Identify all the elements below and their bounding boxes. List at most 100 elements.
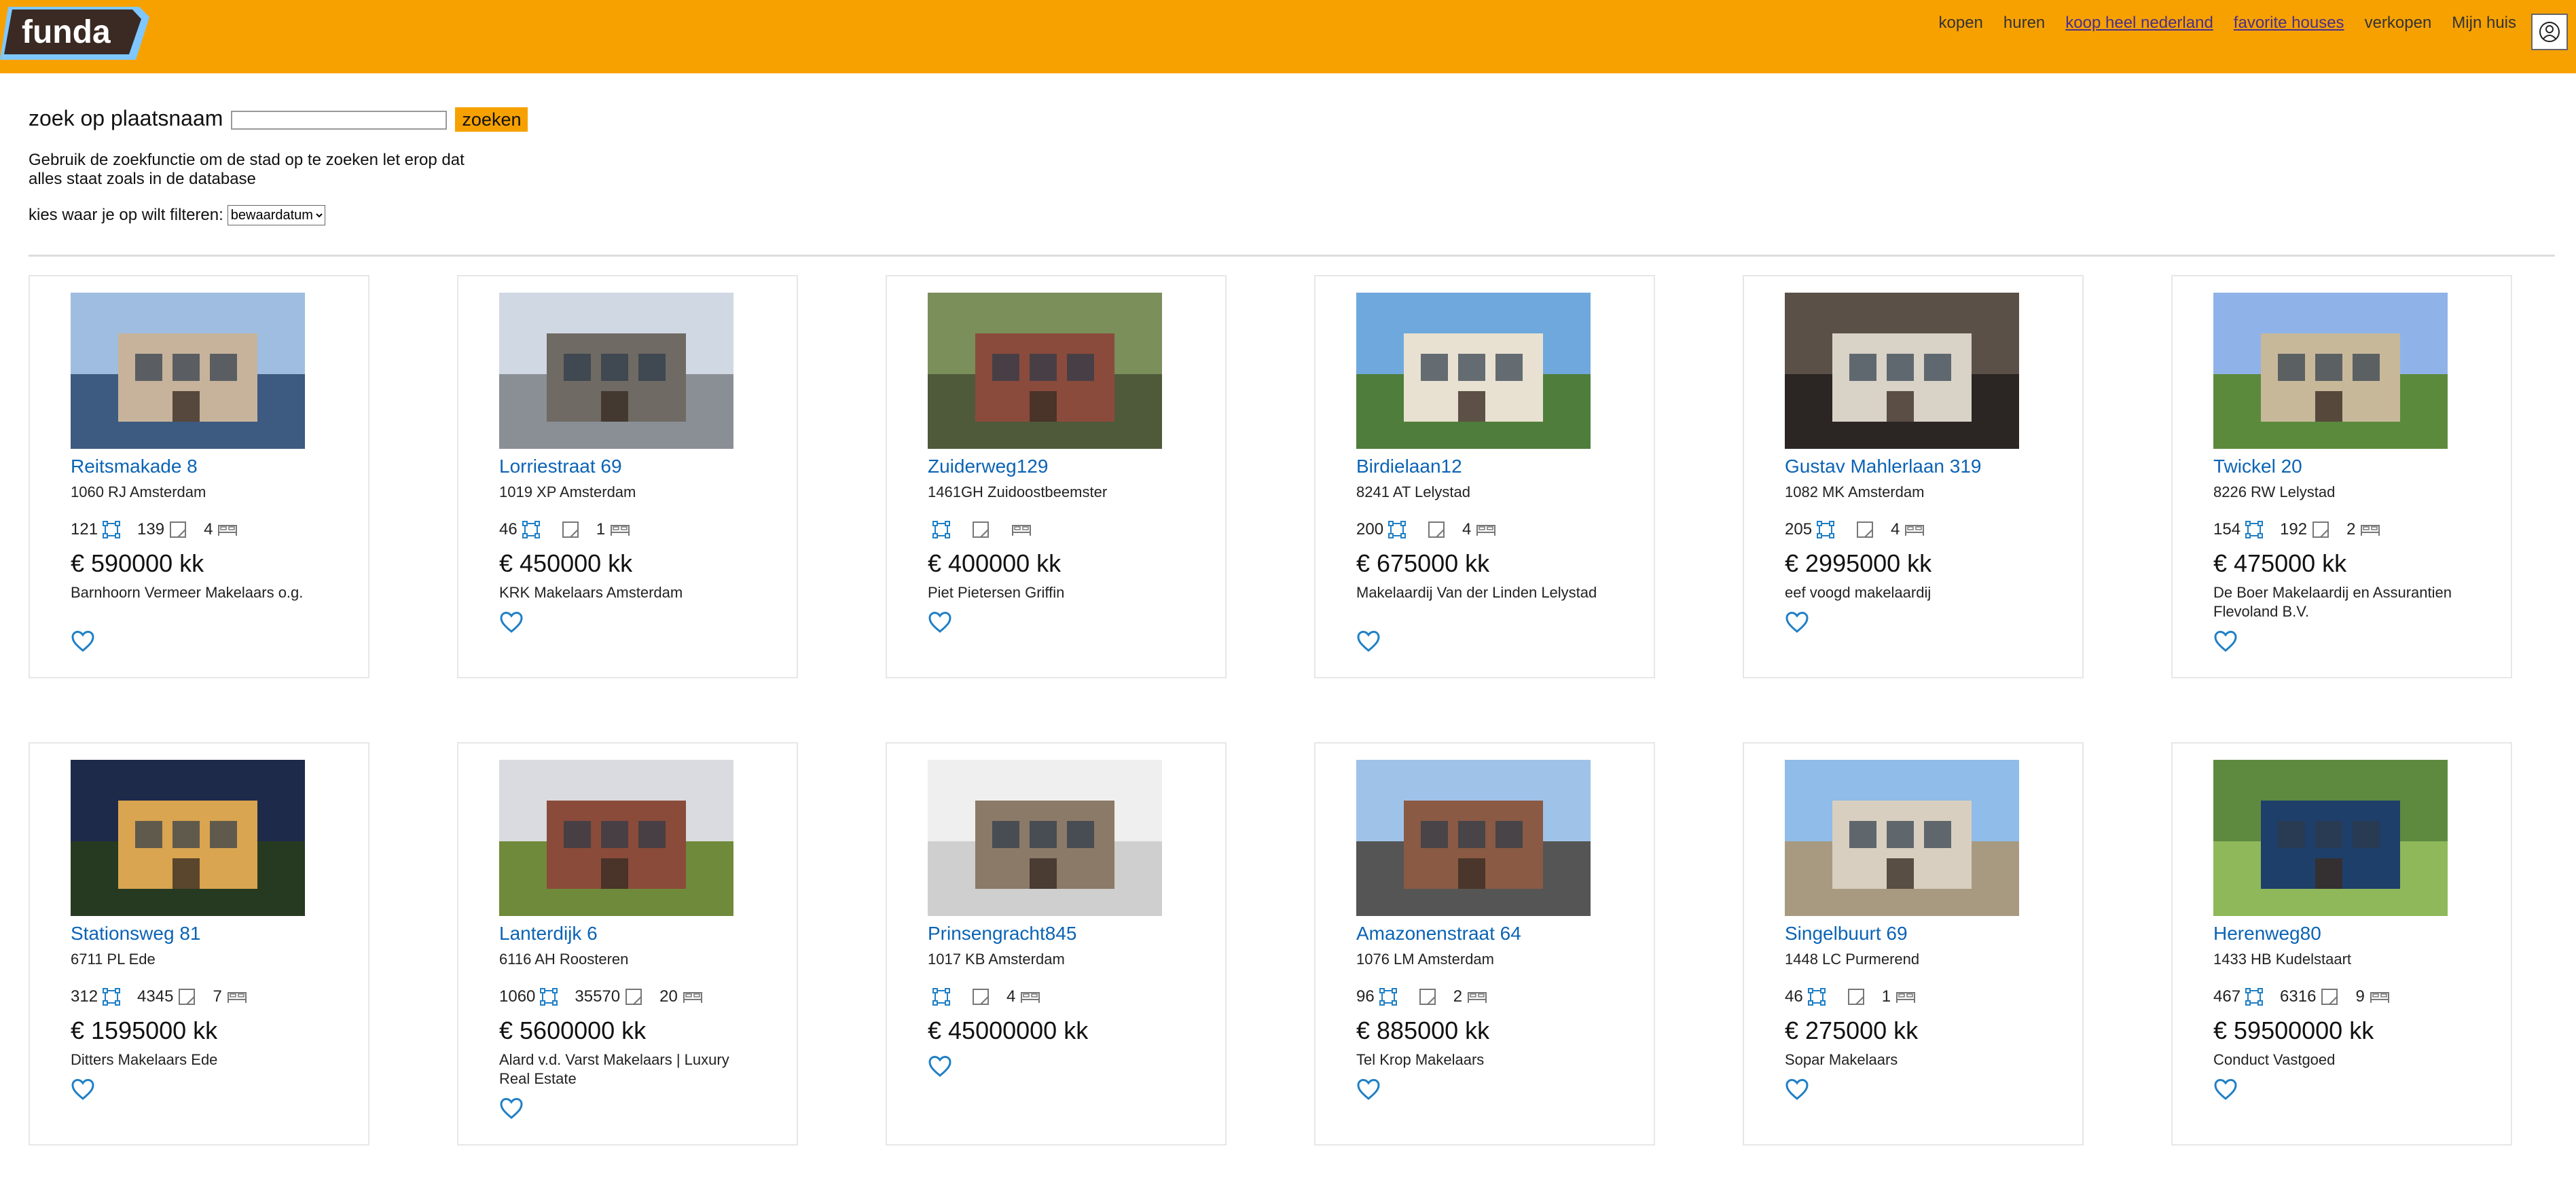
- favorite-heart-icon[interactable]: [71, 629, 95, 654]
- listing-address[interactable]: Prinsengracht845: [928, 923, 1213, 945]
- listing-price: € 475000 kk: [2213, 549, 2347, 577]
- favorite-heart-icon[interactable]: [1785, 1078, 1809, 1102]
- nav-mijn-huis[interactable]: Mijn huis: [2452, 14, 2516, 33]
- listing-card[interactable]: Amazonenstraat 64 1076 LM Amsterdam 96 2…: [1314, 742, 1655, 1146]
- house-photo: [928, 293, 1162, 449]
- nav-koop-heel-nederland[interactable]: koop heel nederland: [2065, 14, 2213, 33]
- listing-card[interactable]: Reitsmakade 8 1060 RJ Amsterdam 121 139: [29, 275, 369, 678]
- bedrooms-stat: 7: [213, 987, 247, 1006]
- living-area-stat: 205: [1785, 520, 1835, 539]
- listing-postcode-city: 6711 PL Ede: [71, 951, 156, 968]
- living-area-icon: [932, 521, 950, 538]
- favorite-heart-icon[interactable]: [2213, 1078, 2238, 1102]
- listing-agent: Barnhoorn Vermeer Makelaars o.g.: [71, 584, 304, 601]
- bedrooms-value: 2: [1453, 987, 1463, 1006]
- living-area-stat: 200: [1356, 520, 1407, 539]
- favorite-heart-icon[interactable]: [1356, 1078, 1381, 1102]
- listing-photo[interactable]: [71, 293, 305, 449]
- listing-photo[interactable]: [1356, 293, 1591, 449]
- plot-area-stat: [1423, 520, 1446, 539]
- nav-favorite-houses[interactable]: favorite houses: [2234, 14, 2344, 33]
- listing-address[interactable]: Twickel 20: [2213, 456, 2499, 477]
- listing-address[interactable]: Lanterdijk 6: [499, 923, 784, 945]
- listing-card[interactable]: Prinsengracht845 1017 KB Amsterdam 4 € 4…: [886, 742, 1227, 1146]
- favorite-heart-icon[interactable]: [928, 610, 952, 635]
- funda-logo[interactable]: funda: [0, 0, 151, 65]
- listing-photo[interactable]: [71, 760, 305, 916]
- living-area-stat: 467: [2213, 987, 2264, 1006]
- listing-card[interactable]: Lorriestraat 69 1019 XP Amsterdam 46 1 €…: [457, 275, 798, 678]
- logo-text: funda: [22, 14, 111, 50]
- listing-photo[interactable]: [2213, 293, 2448, 449]
- account-button[interactable]: [2531, 14, 2568, 50]
- listing-address[interactable]: Amazonenstraat 64: [1356, 923, 1641, 945]
- favorite-heart-icon[interactable]: [928, 1055, 952, 1079]
- plot-area-stat: [1851, 520, 1874, 539]
- nav-huren[interactable]: huren: [2003, 14, 2045, 33]
- filter-label: kies waar je op wilt filteren:: [29, 206, 223, 224]
- plot-area-icon: [625, 989, 642, 1005]
- listing-photo[interactable]: [2213, 760, 2448, 916]
- search-label: zoek op plaatsnaam: [29, 105, 223, 130]
- favorite-heart-icon[interactable]: [71, 1078, 95, 1102]
- listing-card[interactable]: Zuiderweg129 1461GH Zuidoostbeemster € 4…: [886, 275, 1227, 678]
- listing-address[interactable]: Herenweg80: [2213, 923, 2499, 945]
- listing-address[interactable]: Stationsweg 81: [71, 923, 356, 945]
- listing-address[interactable]: Birdielaan12: [1356, 456, 1641, 477]
- listing-stats: [928, 518, 1032, 541]
- living-area-value: 46: [499, 520, 518, 538]
- plot-area-icon: [179, 989, 196, 1005]
- listing-card[interactable]: Lanterdijk 6 6116 AH Roosteren 1060 3557…: [457, 742, 798, 1146]
- plot-area-icon: [1419, 989, 1436, 1005]
- bed-icon: [1476, 525, 1496, 536]
- bedrooms-stat: 4: [1006, 987, 1041, 1006]
- listing-address[interactable]: Gustav Mahlerlaan 319: [1785, 456, 2070, 477]
- living-area-icon: [932, 988, 950, 1006]
- listing-photo[interactable]: [1785, 293, 2019, 449]
- favorite-heart-icon[interactable]: [499, 1097, 524, 1121]
- favorite-heart-icon[interactable]: [1785, 610, 1809, 635]
- listing-photo[interactable]: [1356, 760, 1591, 916]
- favorite-heart-icon[interactable]: [1356, 629, 1381, 654]
- listing-photo[interactable]: [928, 293, 1162, 449]
- listing-card[interactable]: Singelbuurt 69 1448 LC Purmerend 46 1 € …: [1743, 742, 2084, 1146]
- plot-area-value: 35570: [575, 987, 621, 1006]
- listing-card[interactable]: Twickel 20 8226 RW Lelystad 154 192 2 € …: [2171, 275, 2512, 678]
- favorite-heart-icon[interactable]: [499, 610, 524, 635]
- listing-card[interactable]: Birdielaan12 8241 AT Lelystad 200 4 € 67…: [1314, 275, 1655, 678]
- listing-price: € 275000 kk: [1785, 1016, 1919, 1044]
- search-button[interactable]: zoeken: [455, 107, 528, 132]
- living-area-stat: [928, 520, 951, 539]
- listing-postcode-city: 1076 LM Amsterdam: [1356, 951, 1494, 968]
- listing-address[interactable]: Singelbuurt 69: [1785, 923, 2070, 945]
- bed-icon: [1905, 525, 1925, 536]
- filter-select[interactable]: bewaardatum: [227, 205, 325, 225]
- listing-price: € 2995000 kk: [1785, 549, 1932, 577]
- bedrooms-value: 2: [2346, 520, 2356, 538]
- plot-area-icon: [1428, 521, 1445, 538]
- listing-address[interactable]: Lorriestraat 69: [499, 456, 784, 477]
- listing-photo[interactable]: [499, 760, 733, 916]
- nav-verkopen[interactable]: verkopen: [2365, 14, 2432, 33]
- living-area-icon: [1388, 521, 1407, 538]
- listing-address[interactable]: Reitsmakade 8: [71, 456, 356, 477]
- listing-photo[interactable]: [1785, 760, 2019, 916]
- living-area-value: 154: [2213, 520, 2241, 538]
- nav-kopen[interactable]: kopen: [1939, 14, 1983, 33]
- listing-price: € 59500000 kk: [2213, 1016, 2374, 1044]
- listing-photo[interactable]: [499, 293, 733, 449]
- listing-address[interactable]: Zuiderweg129: [928, 456, 1213, 477]
- listing-price: € 450000 kk: [499, 549, 633, 577]
- living-area-icon: [540, 988, 558, 1006]
- plot-area-icon: [562, 521, 579, 538]
- listing-card[interactable]: Gustav Mahlerlaan 319 1082 MK Amsterdam …: [1743, 275, 2084, 678]
- listing-postcode-city: 1461GH Zuidoostbeemster: [928, 483, 1108, 500]
- listing-card[interactable]: Stationsweg 81 6711 PL Ede 312 4345 7 € …: [29, 742, 369, 1146]
- favorite-heart-icon[interactable]: [2213, 629, 2238, 654]
- living-area-icon: [1379, 988, 1397, 1006]
- bedrooms-stat: 20: [659, 987, 704, 1006]
- listing-photo[interactable]: [928, 760, 1162, 916]
- search-input[interactable]: [231, 111, 448, 130]
- living-area-stat: 46: [1785, 987, 1826, 1006]
- listing-card[interactable]: Herenweg80 1433 HB Kudelstaart 467 6316: [2171, 742, 2512, 1146]
